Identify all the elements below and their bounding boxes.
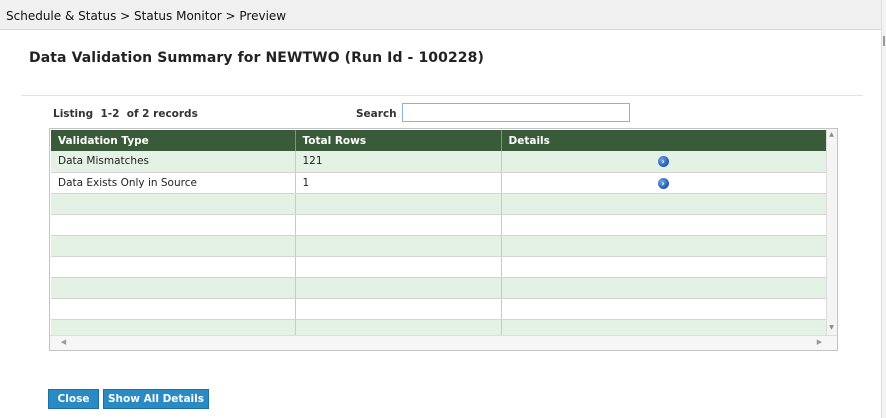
search-input[interactable] xyxy=(402,103,630,122)
info-icon[interactable]: › xyxy=(657,156,669,167)
details-cell: › xyxy=(501,172,828,194)
empty-row xyxy=(51,277,828,299)
empty-row xyxy=(51,235,828,257)
search-label: Search xyxy=(356,108,397,120)
table-row[interactable]: Data Exists Only in Source 1 › xyxy=(51,172,828,194)
table-header-row: Validation Type Total Rows Details xyxy=(51,130,828,151)
column-header-details[interactable]: Details xyxy=(501,130,828,151)
record-count: Listing 1-2 of 2 records xyxy=(53,108,198,120)
column-header-validation-type[interactable]: Validation Type xyxy=(51,130,296,151)
page-title: Data Validation Summary for NEWTWO (Run … xyxy=(29,50,484,66)
total-rows-cell: 1 xyxy=(295,172,502,194)
grid-horizontal-scrollbar[interactable] xyxy=(50,335,837,350)
scroll-left-arrow-icon[interactable]: ◀ xyxy=(58,337,69,348)
window-scrollbar[interactable] xyxy=(881,0,886,418)
empty-row xyxy=(51,256,828,278)
table-row[interactable]: Data Mismatches 121 › xyxy=(51,151,828,173)
close-button[interactable]: Close xyxy=(48,389,99,409)
scroll-up-arrow-icon[interactable]: ▲ xyxy=(826,129,837,140)
validation-type-cell: Data Mismatches xyxy=(51,151,296,173)
total-rows-cell: 121 xyxy=(295,151,502,173)
column-header-total-rows[interactable]: Total Rows xyxy=(295,130,502,151)
grid-vertical-scrollbar[interactable] xyxy=(826,129,837,335)
breadcrumb: Schedule & Status > Status Monitor > Pre… xyxy=(0,0,882,30)
window-scrollbar-thumb[interactable] xyxy=(883,36,885,46)
scroll-down-arrow-icon[interactable]: ▼ xyxy=(826,322,837,333)
validation-table: Validation Type Total Rows Details Data … xyxy=(51,130,828,341)
validation-type-cell: Data Exists Only in Source xyxy=(51,172,296,194)
scroll-right-arrow-icon[interactable]: ▶ xyxy=(814,337,825,348)
details-cell: › xyxy=(501,151,828,173)
empty-row xyxy=(51,214,828,236)
info-icon[interactable]: › xyxy=(657,177,669,189)
validation-grid: Validation Type Total Rows Details Data … xyxy=(49,128,838,351)
empty-row xyxy=(51,298,828,320)
title-divider xyxy=(21,95,863,96)
empty-row xyxy=(51,193,828,215)
show-all-details-button[interactable]: Show All Details xyxy=(103,389,209,409)
